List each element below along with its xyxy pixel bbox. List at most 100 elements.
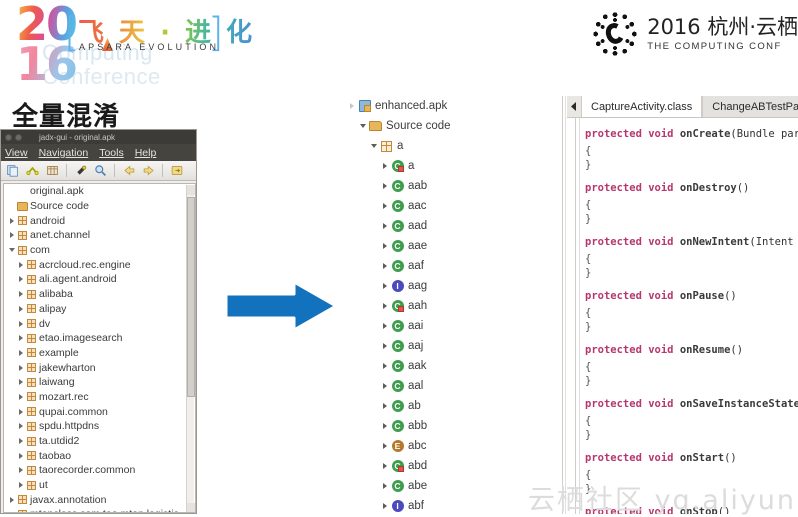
menu-view[interactable]: View xyxy=(5,147,28,159)
expand-arrow-icon[interactable] xyxy=(16,276,25,283)
source-tree-original[interactable]: original.apk Source code android anet.chann… xyxy=(3,183,196,513)
tree-item[interactable]: Source code xyxy=(344,116,556,136)
tree-item[interactable]: com xyxy=(4,243,195,258)
tree-item[interactable]: jakewharton xyxy=(4,360,195,375)
expand-arrow-icon[interactable] xyxy=(16,467,25,474)
tree-item[interactable]: example xyxy=(4,346,195,361)
tree-item[interactable]: Cabb xyxy=(344,416,556,436)
deobfuscate-icon[interactable] xyxy=(72,163,89,179)
sync-classes-icon[interactable] xyxy=(24,163,41,179)
exit-icon[interactable] xyxy=(168,163,185,179)
expand-arrow-icon[interactable] xyxy=(16,393,25,400)
expand-arrow-icon[interactable] xyxy=(16,320,25,327)
tree-item[interactable]: ta.utdid2 xyxy=(4,434,195,449)
tree-item[interactable]: ut xyxy=(4,478,195,493)
tree-item[interactable]: android xyxy=(4,213,195,228)
tree-item[interactable]: Caah xyxy=(344,296,556,316)
window-close-button[interactable] xyxy=(5,133,12,141)
tree-item[interactable]: Caad xyxy=(344,216,556,236)
open-file-icon[interactable] xyxy=(4,163,21,179)
tree-item[interactable]: alipay xyxy=(4,302,195,317)
expand-arrow-icon[interactable] xyxy=(379,183,390,189)
expand-arrow-icon[interactable] xyxy=(379,363,390,369)
tree-item[interactable]: Caak xyxy=(344,356,556,376)
expand-arrow-icon[interactable] xyxy=(7,232,16,239)
tree-item[interactable]: Caac xyxy=(344,196,556,216)
tree-item[interactable]: Cabe xyxy=(344,476,556,496)
expand-arrow-icon[interactable] xyxy=(379,283,390,289)
tree-item[interactable]: mtopclass.com.tao.mtop.logistic xyxy=(4,507,195,513)
tree-item[interactable]: spdu.httpdns xyxy=(4,419,195,434)
tree-item[interactable]: Caal xyxy=(344,376,556,396)
tree-item[interactable]: etao.imagesearch xyxy=(4,331,195,346)
expand-arrow-icon[interactable] xyxy=(16,364,25,371)
tree-item[interactable]: Iaag xyxy=(344,276,556,296)
expand-arrow-icon[interactable] xyxy=(379,463,390,469)
expand-arrow-icon[interactable] xyxy=(7,496,16,503)
expand-arrow-icon[interactable] xyxy=(379,223,390,229)
expand-arrow-icon[interactable] xyxy=(16,408,25,415)
tree-item[interactable]: laiwang xyxy=(4,375,195,390)
collapse-arrow-icon[interactable] xyxy=(368,144,379,148)
panel-divider[interactable] xyxy=(562,96,563,514)
expand-arrow-icon[interactable] xyxy=(379,503,390,509)
collapse-arrow-icon[interactable] xyxy=(7,248,16,253)
tab-scroll-left-icon[interactable] xyxy=(567,96,581,117)
expand-arrow-icon[interactable] xyxy=(379,403,390,409)
expand-arrow-icon[interactable] xyxy=(379,483,390,489)
menu-help[interactable]: Help xyxy=(135,147,157,159)
expand-arrow-icon[interactable] xyxy=(379,263,390,269)
expand-arrow-icon[interactable] xyxy=(346,103,357,109)
tree-item[interactable]: Source code xyxy=(4,199,195,214)
tree-item[interactable]: acrcloud.rec.engine xyxy=(4,257,195,272)
expand-arrow-icon[interactable] xyxy=(379,383,390,389)
tree-item[interactable]: ali.agent.android xyxy=(4,272,195,287)
expand-arrow-icon[interactable] xyxy=(7,217,16,224)
tree-item[interactable]: mozart.rec xyxy=(4,390,195,405)
back-arrow-icon[interactable] xyxy=(120,163,137,179)
window-minimize-button[interactable] xyxy=(15,133,22,141)
expand-arrow-icon[interactable] xyxy=(379,323,390,329)
tree-item[interactable]: Eabc xyxy=(344,436,556,456)
expand-arrow-icon[interactable] xyxy=(379,423,390,429)
tree-item[interactable]: anet.channel xyxy=(4,228,195,243)
code-text-area[interactable]: protected void onCreate(Bundle paramBund… xyxy=(567,118,798,514)
expand-arrow-icon[interactable] xyxy=(16,482,25,489)
tree-item[interactable]: Iabf xyxy=(344,496,556,514)
tree-item[interactable]: dv xyxy=(4,316,195,331)
expand-arrow-icon[interactable] xyxy=(379,203,390,209)
search-icon[interactable] xyxy=(92,163,109,179)
tree-item[interactable]: taobao xyxy=(4,448,195,463)
collapse-arrow-icon[interactable] xyxy=(357,124,368,128)
tree-item[interactable]: Cabd xyxy=(344,456,556,476)
expand-arrow-icon[interactable] xyxy=(16,305,25,312)
tree-item[interactable]: javax.annotation xyxy=(4,492,195,507)
forward-arrow-icon[interactable] xyxy=(140,163,157,179)
menu-navigation[interactable]: Navigation xyxy=(39,147,89,159)
tree-item[interactable]: Caae xyxy=(344,236,556,256)
tree-item[interactable]: qupai.common xyxy=(4,404,195,419)
tree-item[interactable]: original.apk xyxy=(4,184,195,199)
collapse-arrow-icon[interactable] xyxy=(7,512,16,513)
expand-arrow-icon[interactable] xyxy=(379,343,390,349)
tree-item[interactable]: taorecorder.common xyxy=(4,463,195,478)
expand-arrow-icon[interactable] xyxy=(379,243,390,249)
expand-arrow-icon[interactable] xyxy=(16,349,25,356)
menu-tools[interactable]: Tools xyxy=(99,147,124,159)
tree-scrollbar-thumb[interactable] xyxy=(187,197,195,397)
tab-capture-activity[interactable]: CaptureActivity.class xyxy=(581,96,703,117)
expand-arrow-icon[interactable] xyxy=(16,423,25,430)
expand-arrow-icon[interactable] xyxy=(16,452,25,459)
expand-arrow-icon[interactable] xyxy=(16,335,25,342)
expand-arrow-icon[interactable] xyxy=(16,291,25,298)
tree-item[interactable]: Cab xyxy=(344,396,556,416)
tree-scrollbar[interactable] xyxy=(186,185,195,512)
expand-arrow-icon[interactable] xyxy=(16,379,25,386)
expand-arrow-icon[interactable] xyxy=(379,443,390,449)
expand-arrow-icon[interactable] xyxy=(16,261,25,268)
tree-item[interactable]: alibaba xyxy=(4,287,195,302)
expand-arrow-icon[interactable] xyxy=(379,163,390,169)
decompile-icon[interactable] xyxy=(44,163,61,179)
tree-item[interactable]: Caaj xyxy=(344,336,556,356)
expand-arrow-icon[interactable] xyxy=(379,303,390,309)
